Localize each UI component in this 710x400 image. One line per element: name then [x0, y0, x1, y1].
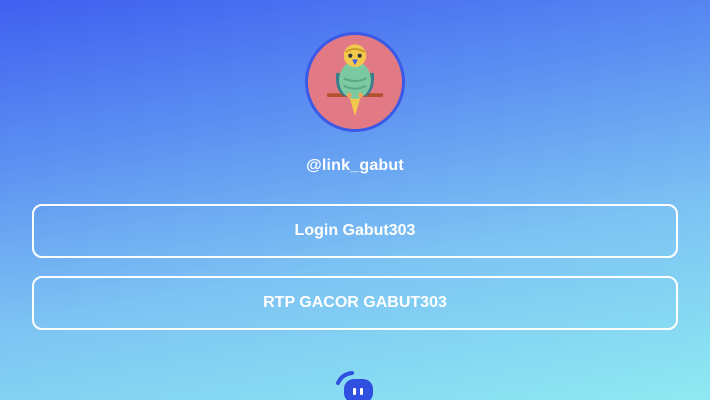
profile-avatar: [305, 32, 405, 132]
link-button-login[interactable]: Login Gabut303: [32, 204, 678, 258]
link-button-rtp[interactable]: RTP GACOR GABUT303: [32, 276, 678, 330]
footer-logo-icon[interactable]: [335, 370, 375, 400]
parrot-icon: [308, 35, 402, 129]
profile-page: @link_gabut Login Gabut303 RTP GACOR GAB…: [0, 0, 710, 400]
profile-username: @link_gabut: [306, 157, 404, 174]
linktree-bot-icon: [336, 371, 373, 400]
